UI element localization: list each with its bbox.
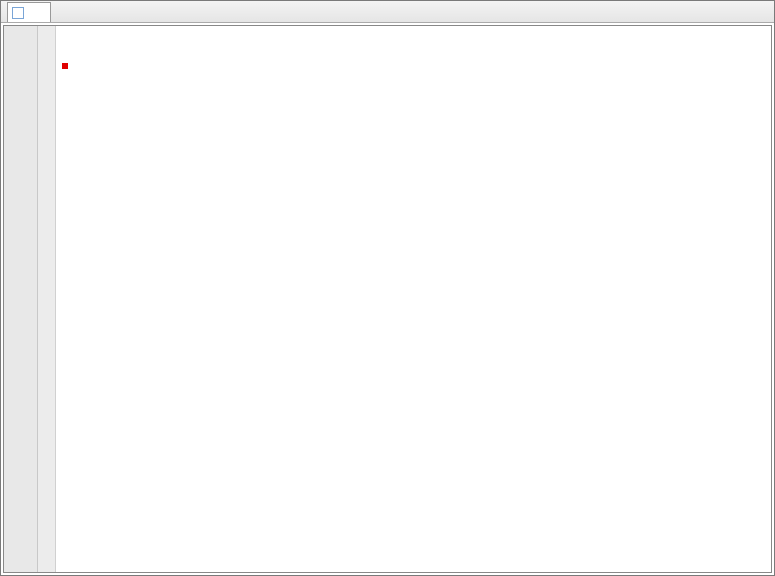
- file-icon: [12, 7, 24, 19]
- highlight-box: [62, 63, 68, 69]
- editor-window: [0, 0, 775, 576]
- editor-area[interactable]: [3, 25, 772, 573]
- fold-gutter[interactable]: [38, 26, 56, 572]
- file-tab[interactable]: [7, 2, 51, 22]
- code-content[interactable]: [56, 26, 771, 572]
- close-icon[interactable]: [34, 8, 44, 18]
- line-number-gutter: [4, 26, 38, 572]
- tabbar: [1, 1, 774, 23]
